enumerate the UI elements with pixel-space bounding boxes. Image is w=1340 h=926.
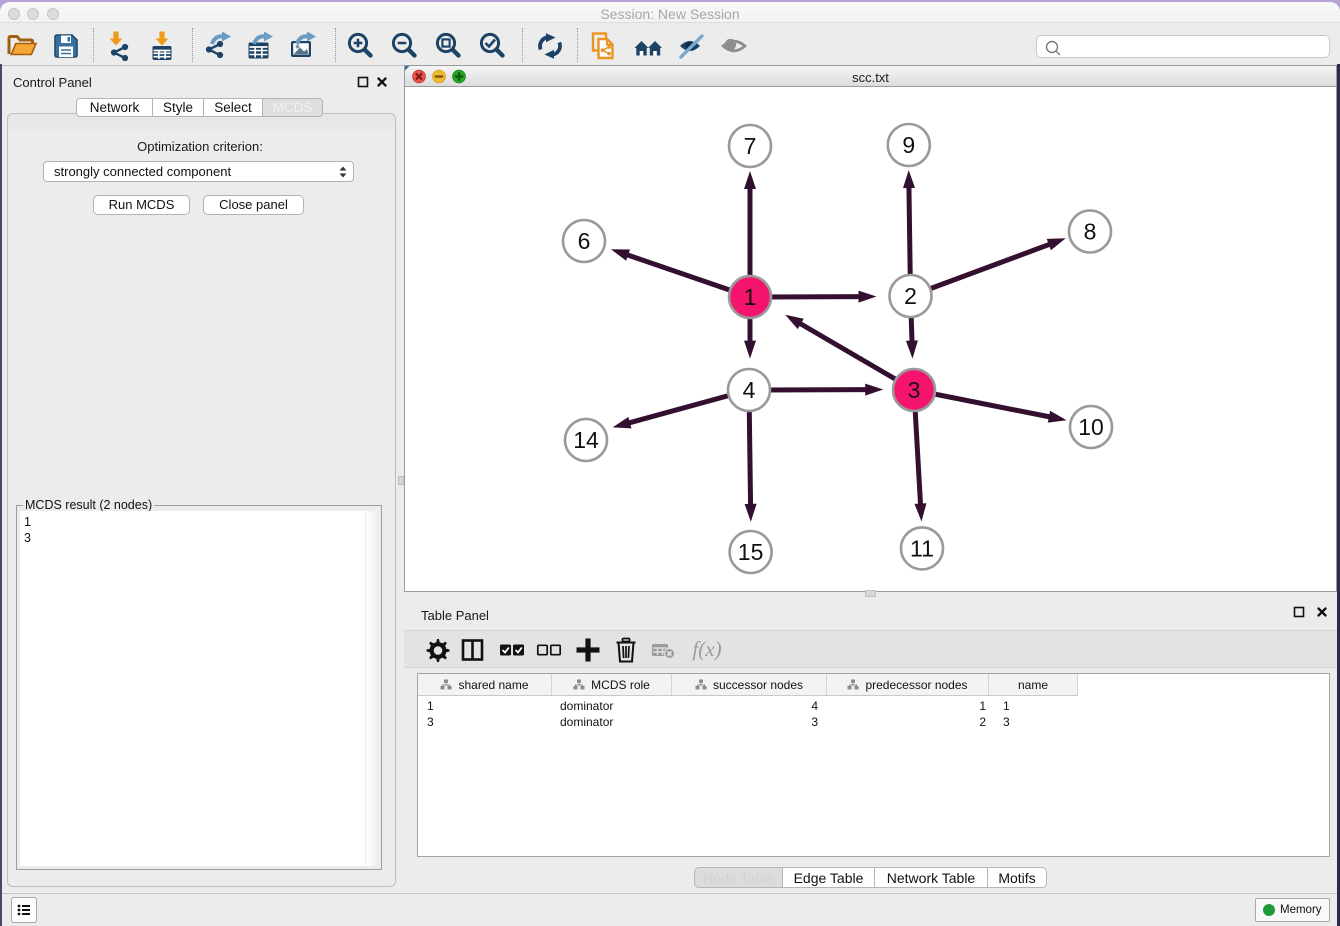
svg-text:14: 14 <box>573 427 599 453</box>
svg-text:8: 8 <box>1084 219 1097 245</box>
svg-text:7: 7 <box>744 133 757 159</box>
svg-text:6: 6 <box>578 228 591 254</box>
svg-text:f(x): f(x) <box>692 637 721 661</box>
svg-text:1: 1 <box>744 284 757 310</box>
svg-text:3: 3 <box>908 377 921 403</box>
svg-text:15: 15 <box>738 539 764 565</box>
svg-text:2: 2 <box>904 283 917 309</box>
svg-text:11: 11 <box>910 535 934 561</box>
svg-text:10: 10 <box>1078 414 1104 440</box>
svg-text:4: 4 <box>743 377 756 403</box>
svg-text:9: 9 <box>902 132 915 158</box>
